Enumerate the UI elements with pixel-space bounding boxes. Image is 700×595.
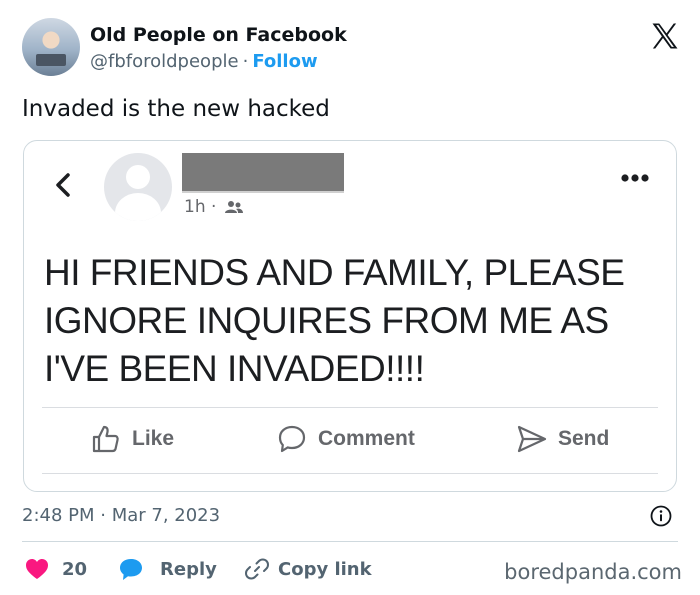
watermark-text: boredpanda.com — [504, 560, 682, 584]
link-icon — [245, 558, 269, 580]
poster-avatar[interactable] — [104, 153, 172, 221]
comment-action[interactable]: Comment — [276, 423, 415, 455]
like-count-button[interactable]: 20 — [24, 556, 87, 582]
post-time: 1h · — [184, 197, 217, 217]
follow-button[interactable]: Follow — [252, 51, 317, 72]
author-avatar[interactable] — [22, 18, 80, 76]
reply-button[interactable]: Reply — [118, 556, 217, 582]
thumbs-up-icon — [92, 425, 119, 453]
send-action[interactable]: Send — [516, 423, 609, 455]
reply-label: Reply — [160, 558, 217, 580]
post-line: HI FRIENDS AND FAMILY, PLEASE — [44, 252, 625, 293]
post-line: I'VE BEEN INVADED!!!! — [44, 348, 425, 389]
post-meta: 1h · — [184, 197, 243, 217]
tweet-header: Old People on Facebook @fbforoldpeople · F… — [22, 18, 682, 80]
actions-divider-top — [42, 407, 658, 408]
heart-icon — [26, 559, 48, 579]
copy-link-label: Copy link — [278, 558, 372, 580]
more-dots-icon[interactable] — [620, 173, 650, 183]
friends-icon — [224, 201, 243, 213]
like-action[interactable]: Like — [90, 423, 174, 455]
copy-link-button[interactable]: Copy link — [244, 556, 372, 582]
footer-divider — [22, 541, 678, 542]
avatar-laptop — [36, 54, 66, 66]
author-name[interactable]: Old People on Facebook — [90, 24, 347, 46]
send-icon — [517, 425, 547, 453]
avatar-head — [126, 165, 150, 189]
post-line: IGNORE INQUIRES FROM ME AS — [44, 300, 609, 341]
reply-bubble-icon — [120, 559, 142, 580]
like-count: 20 — [62, 558, 88, 580]
redacted-name — [182, 153, 344, 193]
comment-icon — [278, 425, 306, 453]
x-logo-icon[interactable] — [650, 21, 680, 51]
handle-separator: · — [242, 51, 249, 72]
avatar-torso — [115, 193, 161, 221]
tweet-timestamp[interactable]: 2:48 PM · Mar 7, 2023 — [22, 505, 220, 526]
back-chevron-icon[interactable] — [52, 172, 76, 198]
info-icon[interactable] — [650, 505, 672, 527]
tweet-text: Invaded is the new hacked — [22, 96, 330, 122]
post-text: HI FRIENDS AND FAMILY, PLEASE IGNORE INQ… — [44, 249, 664, 393]
send-label: Send — [558, 427, 610, 450]
like-label: Like — [132, 427, 175, 450]
author-handle[interactable]: @fbforoldpeople — [90, 51, 239, 72]
author-handle-row: @fbforoldpeople · Follow — [90, 51, 318, 72]
comment-label: Comment — [318, 427, 415, 450]
post-actions: Like Comment Send — [24, 409, 676, 473]
embedded-post-card[interactable]: 1h · HI FRIENDS AND FAMILY, PLEASE IGNOR… — [23, 140, 677, 492]
actions-divider-bottom — [42, 473, 658, 474]
